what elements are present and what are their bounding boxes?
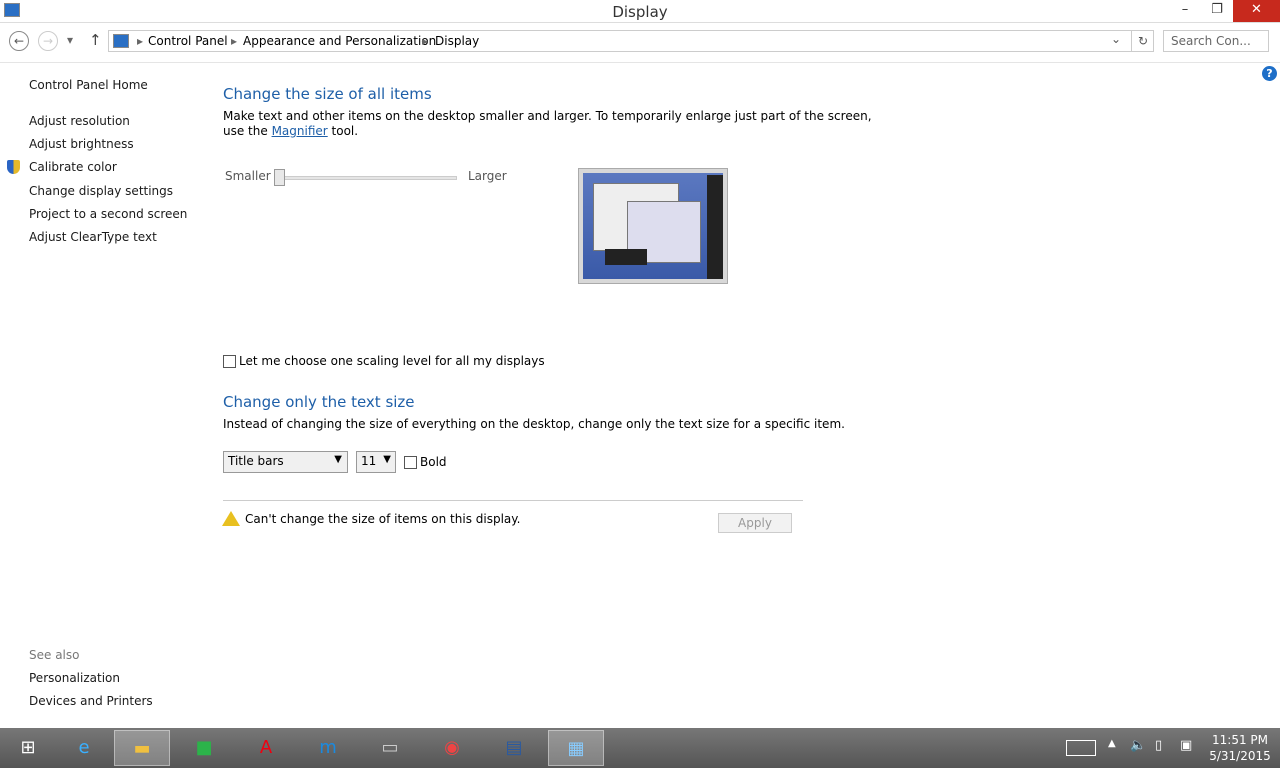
breadcrumb-control-panel[interactable]: Control Panel bbox=[148, 34, 228, 48]
volume-icon[interactable]: 🔈 bbox=[1130, 738, 1146, 753]
search-input[interactable]: Search Con... bbox=[1163, 30, 1269, 52]
start-button[interactable]: ⊞ bbox=[0, 730, 56, 766]
recent-locations-button[interactable]: ▾ bbox=[67, 33, 73, 47]
font-size-select[interactable]: 11 ▼ bbox=[356, 451, 396, 473]
scaling-checkbox-label: Let me choose one scaling level for all … bbox=[239, 354, 545, 368]
minimize-button[interactable]: – bbox=[1170, 0, 1200, 22]
sidebar-control-panel-home[interactable]: Control Panel Home bbox=[29, 78, 148, 92]
size-slider-thumb[interactable] bbox=[274, 169, 285, 186]
internet-explorer-icon[interactable]: e bbox=[56, 730, 112, 766]
help-icon[interactable]: ? bbox=[1262, 66, 1277, 81]
forward-button[interactable]: → bbox=[38, 31, 58, 51]
sidebar-adjust-cleartype[interactable]: Adjust ClearType text bbox=[29, 230, 157, 244]
clock-date[interactable]: 5/31/2015 bbox=[1205, 749, 1275, 763]
network-icon[interactable]: ▣ bbox=[1180, 738, 1192, 753]
magnifier-link[interactable]: Magnifier bbox=[272, 124, 328, 138]
chrome-icon[interactable]: ◉ bbox=[424, 730, 480, 766]
window-title: Display bbox=[612, 3, 668, 21]
battery-icon[interactable]: ▯ bbox=[1155, 738, 1162, 753]
address-dropdown-icon[interactable]: ⌄ bbox=[1111, 32, 1121, 46]
taskbar: ⊞ e ▬ ■ A m ▭ ◉ ▤ ▦ ▲ 🔈 ▯ ▣ 11:51 PM 5/3… bbox=[0, 728, 1280, 768]
lenovo-icon[interactable]: ▭ bbox=[362, 730, 418, 766]
heading-change-size: Change the size of all items bbox=[223, 85, 432, 103]
up-button[interactable]: ↑ bbox=[89, 31, 102, 49]
warning-text: Can't change the size of items on this d… bbox=[245, 512, 521, 526]
adobe-icon[interactable]: A bbox=[238, 730, 294, 766]
store-icon[interactable]: ■ bbox=[176, 730, 232, 766]
display-preview-image bbox=[578, 168, 728, 284]
sidebar-adjust-brightness[interactable]: Adjust brightness bbox=[29, 137, 134, 151]
refresh-button[interactable]: ↻ bbox=[1131, 31, 1148, 51]
scaling-checkbox[interactable] bbox=[223, 355, 236, 368]
sidebar-adjust-resolution[interactable]: Adjust resolution bbox=[29, 114, 130, 128]
heading-text-size: Change only the text size bbox=[223, 393, 415, 411]
restore-button[interactable]: ❐ bbox=[1202, 0, 1232, 22]
writer-icon[interactable]: ▤ bbox=[486, 730, 542, 766]
see-also-label: See also bbox=[29, 648, 80, 662]
shield-icon bbox=[7, 160, 20, 174]
slider-min-label: Smaller bbox=[225, 169, 271, 183]
show-hidden-icons[interactable]: ▲ bbox=[1108, 738, 1116, 749]
sidebar-project-second-screen[interactable]: Project to a second screen bbox=[29, 207, 187, 221]
sidebar-personalization[interactable]: Personalization bbox=[29, 671, 120, 685]
address-bar[interactable]: ▸ Control Panel ▸ Appearance and Persona… bbox=[108, 30, 1154, 52]
divider bbox=[223, 500, 803, 501]
divider bbox=[0, 22, 1280, 23]
breadcrumb-appearance[interactable]: Appearance and Personalization bbox=[243, 34, 436, 48]
bold-label: Bold bbox=[420, 455, 447, 469]
control-panel-icon bbox=[113, 34, 129, 48]
description-line2: use the Magnifier tool. bbox=[223, 124, 359, 138]
size-slider-track[interactable] bbox=[279, 176, 457, 180]
back-button[interactable]: ← bbox=[9, 31, 29, 51]
text-size-description: Instead of changing the size of everythi… bbox=[223, 417, 845, 431]
apply-button[interactable]: Apply bbox=[718, 513, 792, 533]
keyboard-icon[interactable] bbox=[1066, 740, 1096, 756]
close-button[interactable]: ✕ bbox=[1233, 0, 1280, 22]
breadcrumb-display[interactable]: Display bbox=[435, 34, 479, 48]
item-select[interactable]: Title bars ▼ bbox=[223, 451, 348, 473]
sidebar-calibrate-color[interactable]: Calibrate color bbox=[29, 160, 117, 174]
file-explorer-icon[interactable]: ▬ bbox=[114, 730, 170, 766]
clock-time[interactable]: 11:51 PM bbox=[1205, 733, 1275, 747]
warning-icon bbox=[222, 511, 240, 526]
slider-max-label: Larger bbox=[468, 169, 507, 183]
divider bbox=[0, 62, 1280, 63]
sidebar-devices-printers[interactable]: Devices and Printers bbox=[29, 694, 153, 708]
control-panel-taskbar-icon[interactable]: ▦ bbox=[548, 730, 604, 766]
maxthon-icon[interactable]: m bbox=[300, 730, 356, 766]
description-line1: Make text and other items on the desktop… bbox=[223, 109, 872, 123]
bold-checkbox[interactable] bbox=[404, 456, 417, 469]
sidebar-change-display-settings[interactable]: Change display settings bbox=[29, 184, 173, 198]
